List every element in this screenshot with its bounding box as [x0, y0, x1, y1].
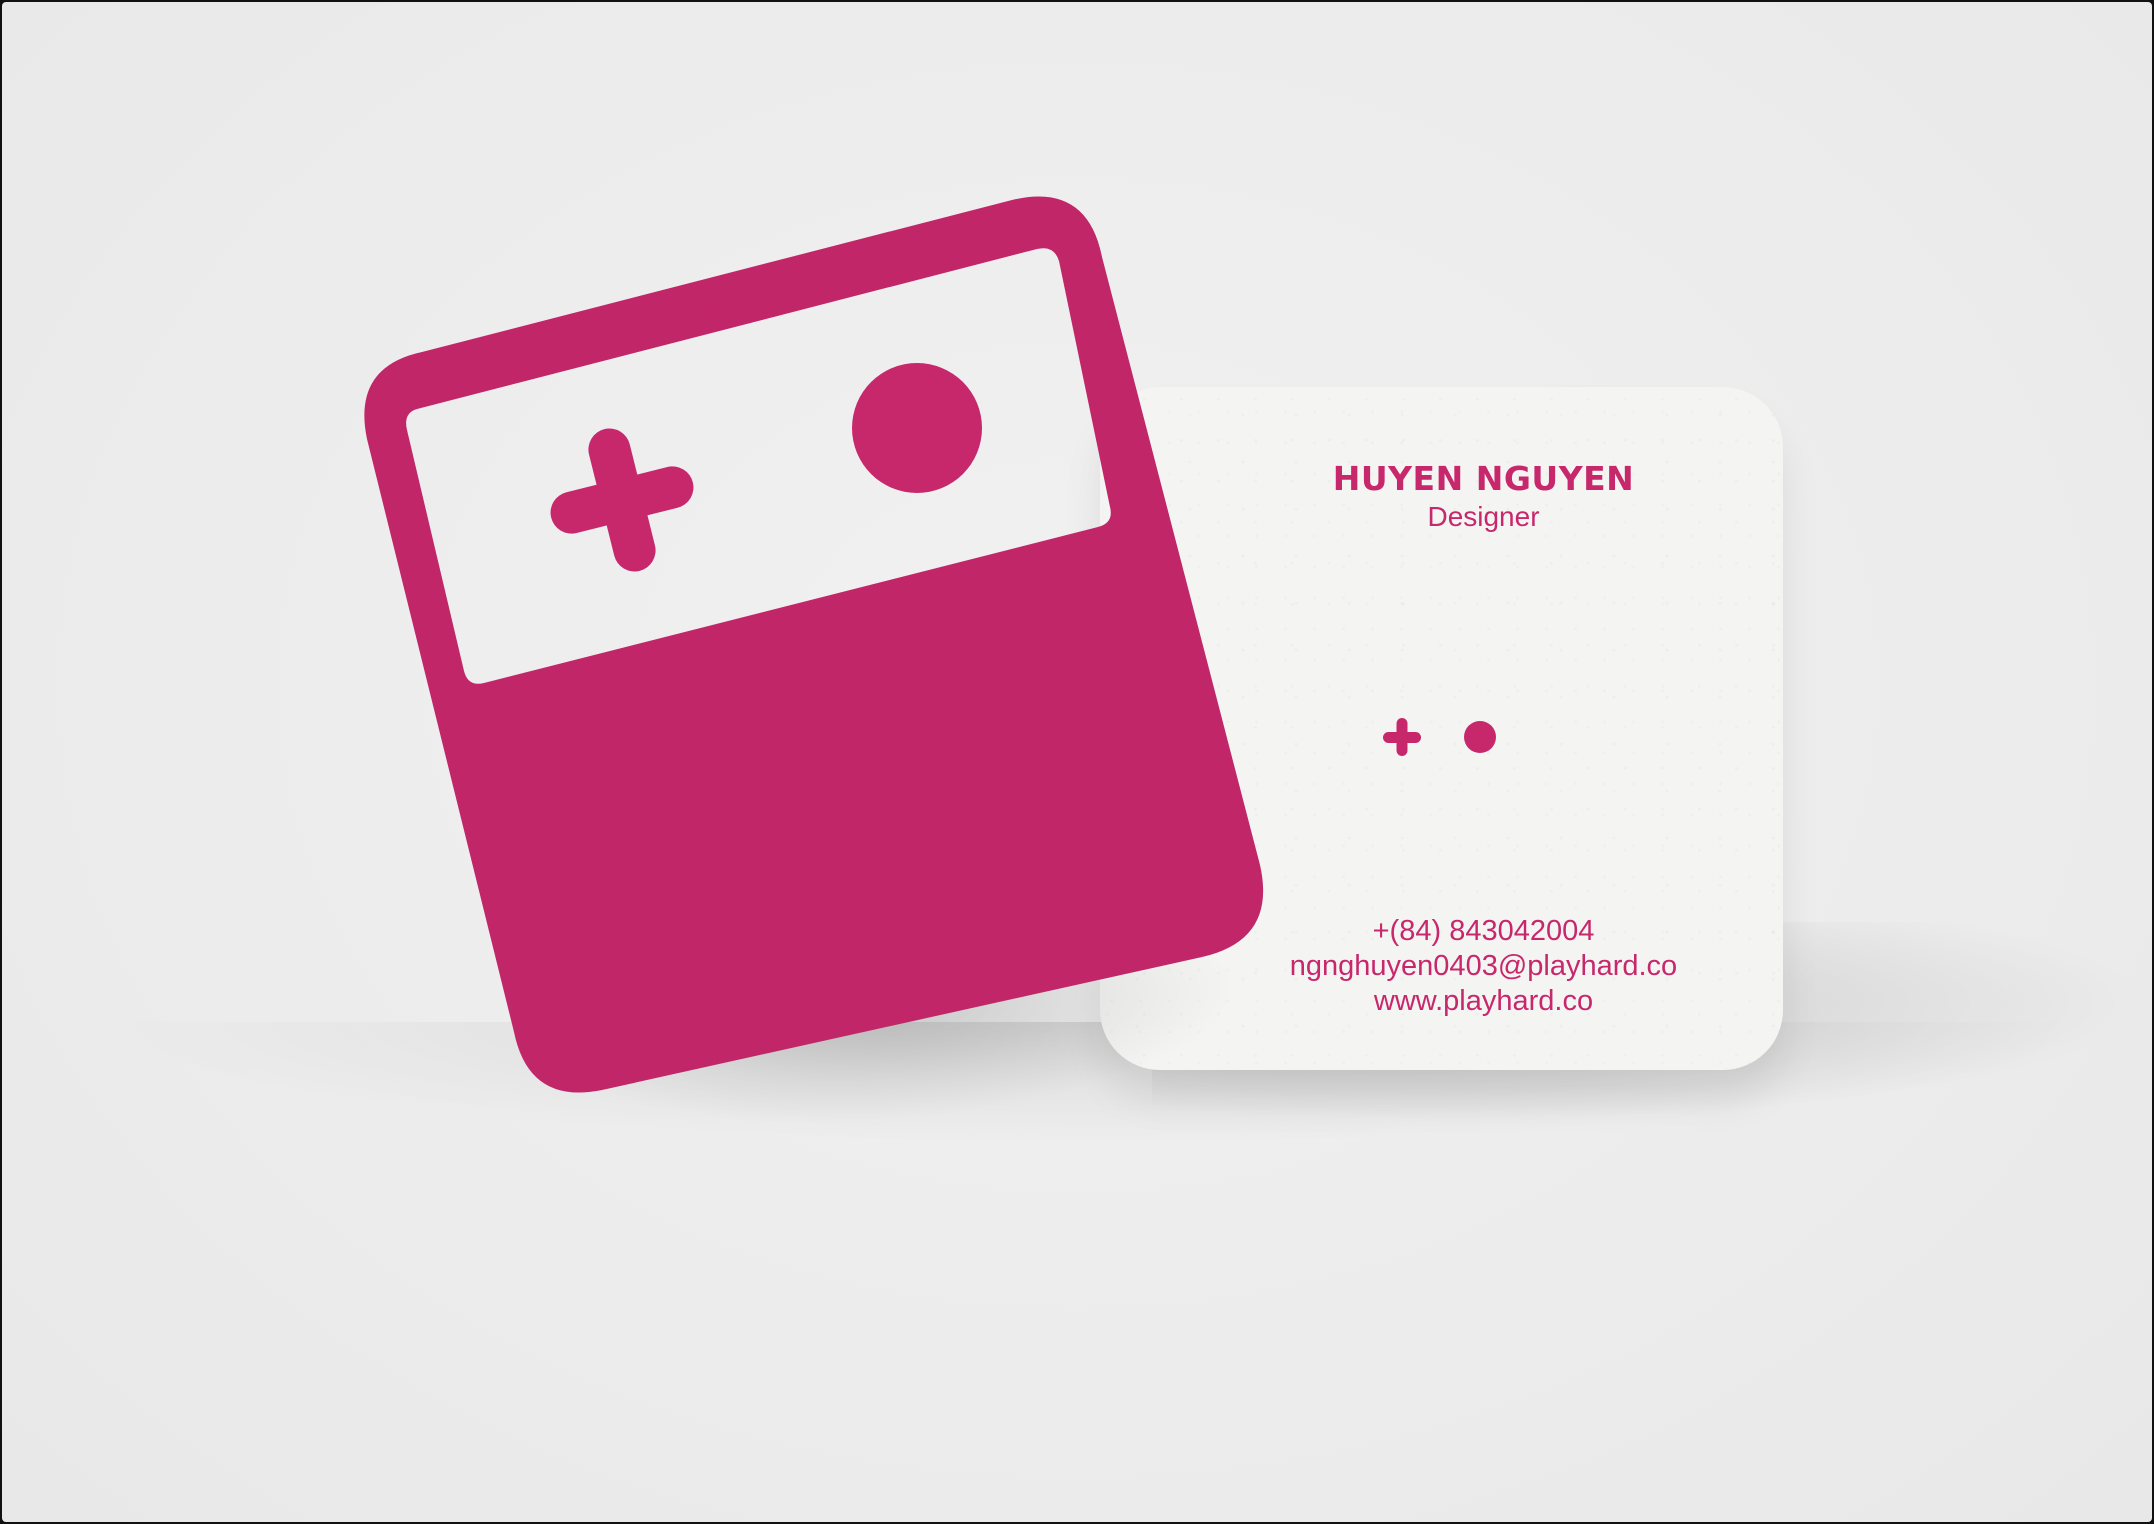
circle-icon — [1464, 721, 1496, 753]
mini-logo-icons — [1383, 718, 1496, 756]
card-role: Designer — [1427, 501, 1540, 532]
card-phone: +(84) 843042004 — [1372, 915, 1595, 947]
business-card-front — [364, 196, 1264, 1093]
card-website: www.playhard.co — [1373, 985, 1594, 1017]
plus-icon — [1383, 718, 1421, 756]
plus-icon — [550, 428, 694, 572]
card-name: HUYEN NGUYEN — [1332, 459, 1635, 498]
mockup-background: HUYEN NGUYEN Designer +(84) 843042004 ng… — [2, 2, 2152, 1522]
circle-icon — [852, 363, 982, 493]
card-email: ngnghuyen0403@playhard.co — [1289, 950, 1678, 982]
